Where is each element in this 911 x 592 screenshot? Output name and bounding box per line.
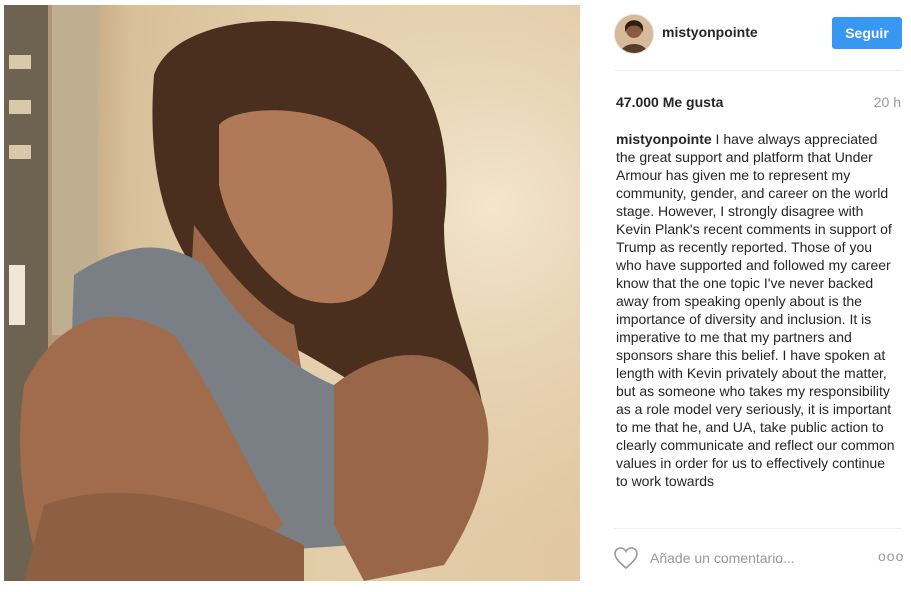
post-sidebar: mistyonpointe Seguir 47.000 Me gusta 20 … bbox=[598, 0, 911, 592]
comment-input[interactable]: Añade un comentario... bbox=[650, 550, 795, 566]
divider bbox=[614, 528, 902, 529]
more-options-button[interactable]: ooo bbox=[878, 548, 904, 564]
post-caption: mistyonpointe I have always appreciated … bbox=[616, 130, 898, 524]
like-count[interactable]: 47.000 Me gusta bbox=[616, 94, 723, 110]
portrait-photo bbox=[4, 5, 580, 581]
divider bbox=[614, 70, 902, 71]
comment-bar: Añade un comentario... ooo bbox=[598, 540, 911, 580]
username-link[interactable]: mistyonpointe bbox=[662, 24, 758, 40]
caption-username[interactable]: mistyonpointe bbox=[616, 131, 712, 147]
post-timestamp[interactable]: 20 h bbox=[874, 94, 901, 110]
post-header: mistyonpointe Seguir bbox=[598, 12, 911, 56]
post-frame: mistyonpointe Seguir 47.000 Me gusta 20 … bbox=[0, 0, 911, 592]
caption-text: I have always appreciated the great supp… bbox=[616, 131, 895, 489]
avatar[interactable] bbox=[614, 14, 654, 54]
avatar-image bbox=[615, 15, 653, 53]
heart-outline-icon[interactable] bbox=[613, 546, 639, 570]
post-photo[interactable] bbox=[4, 5, 580, 581]
follow-button[interactable]: Seguir bbox=[832, 17, 902, 49]
